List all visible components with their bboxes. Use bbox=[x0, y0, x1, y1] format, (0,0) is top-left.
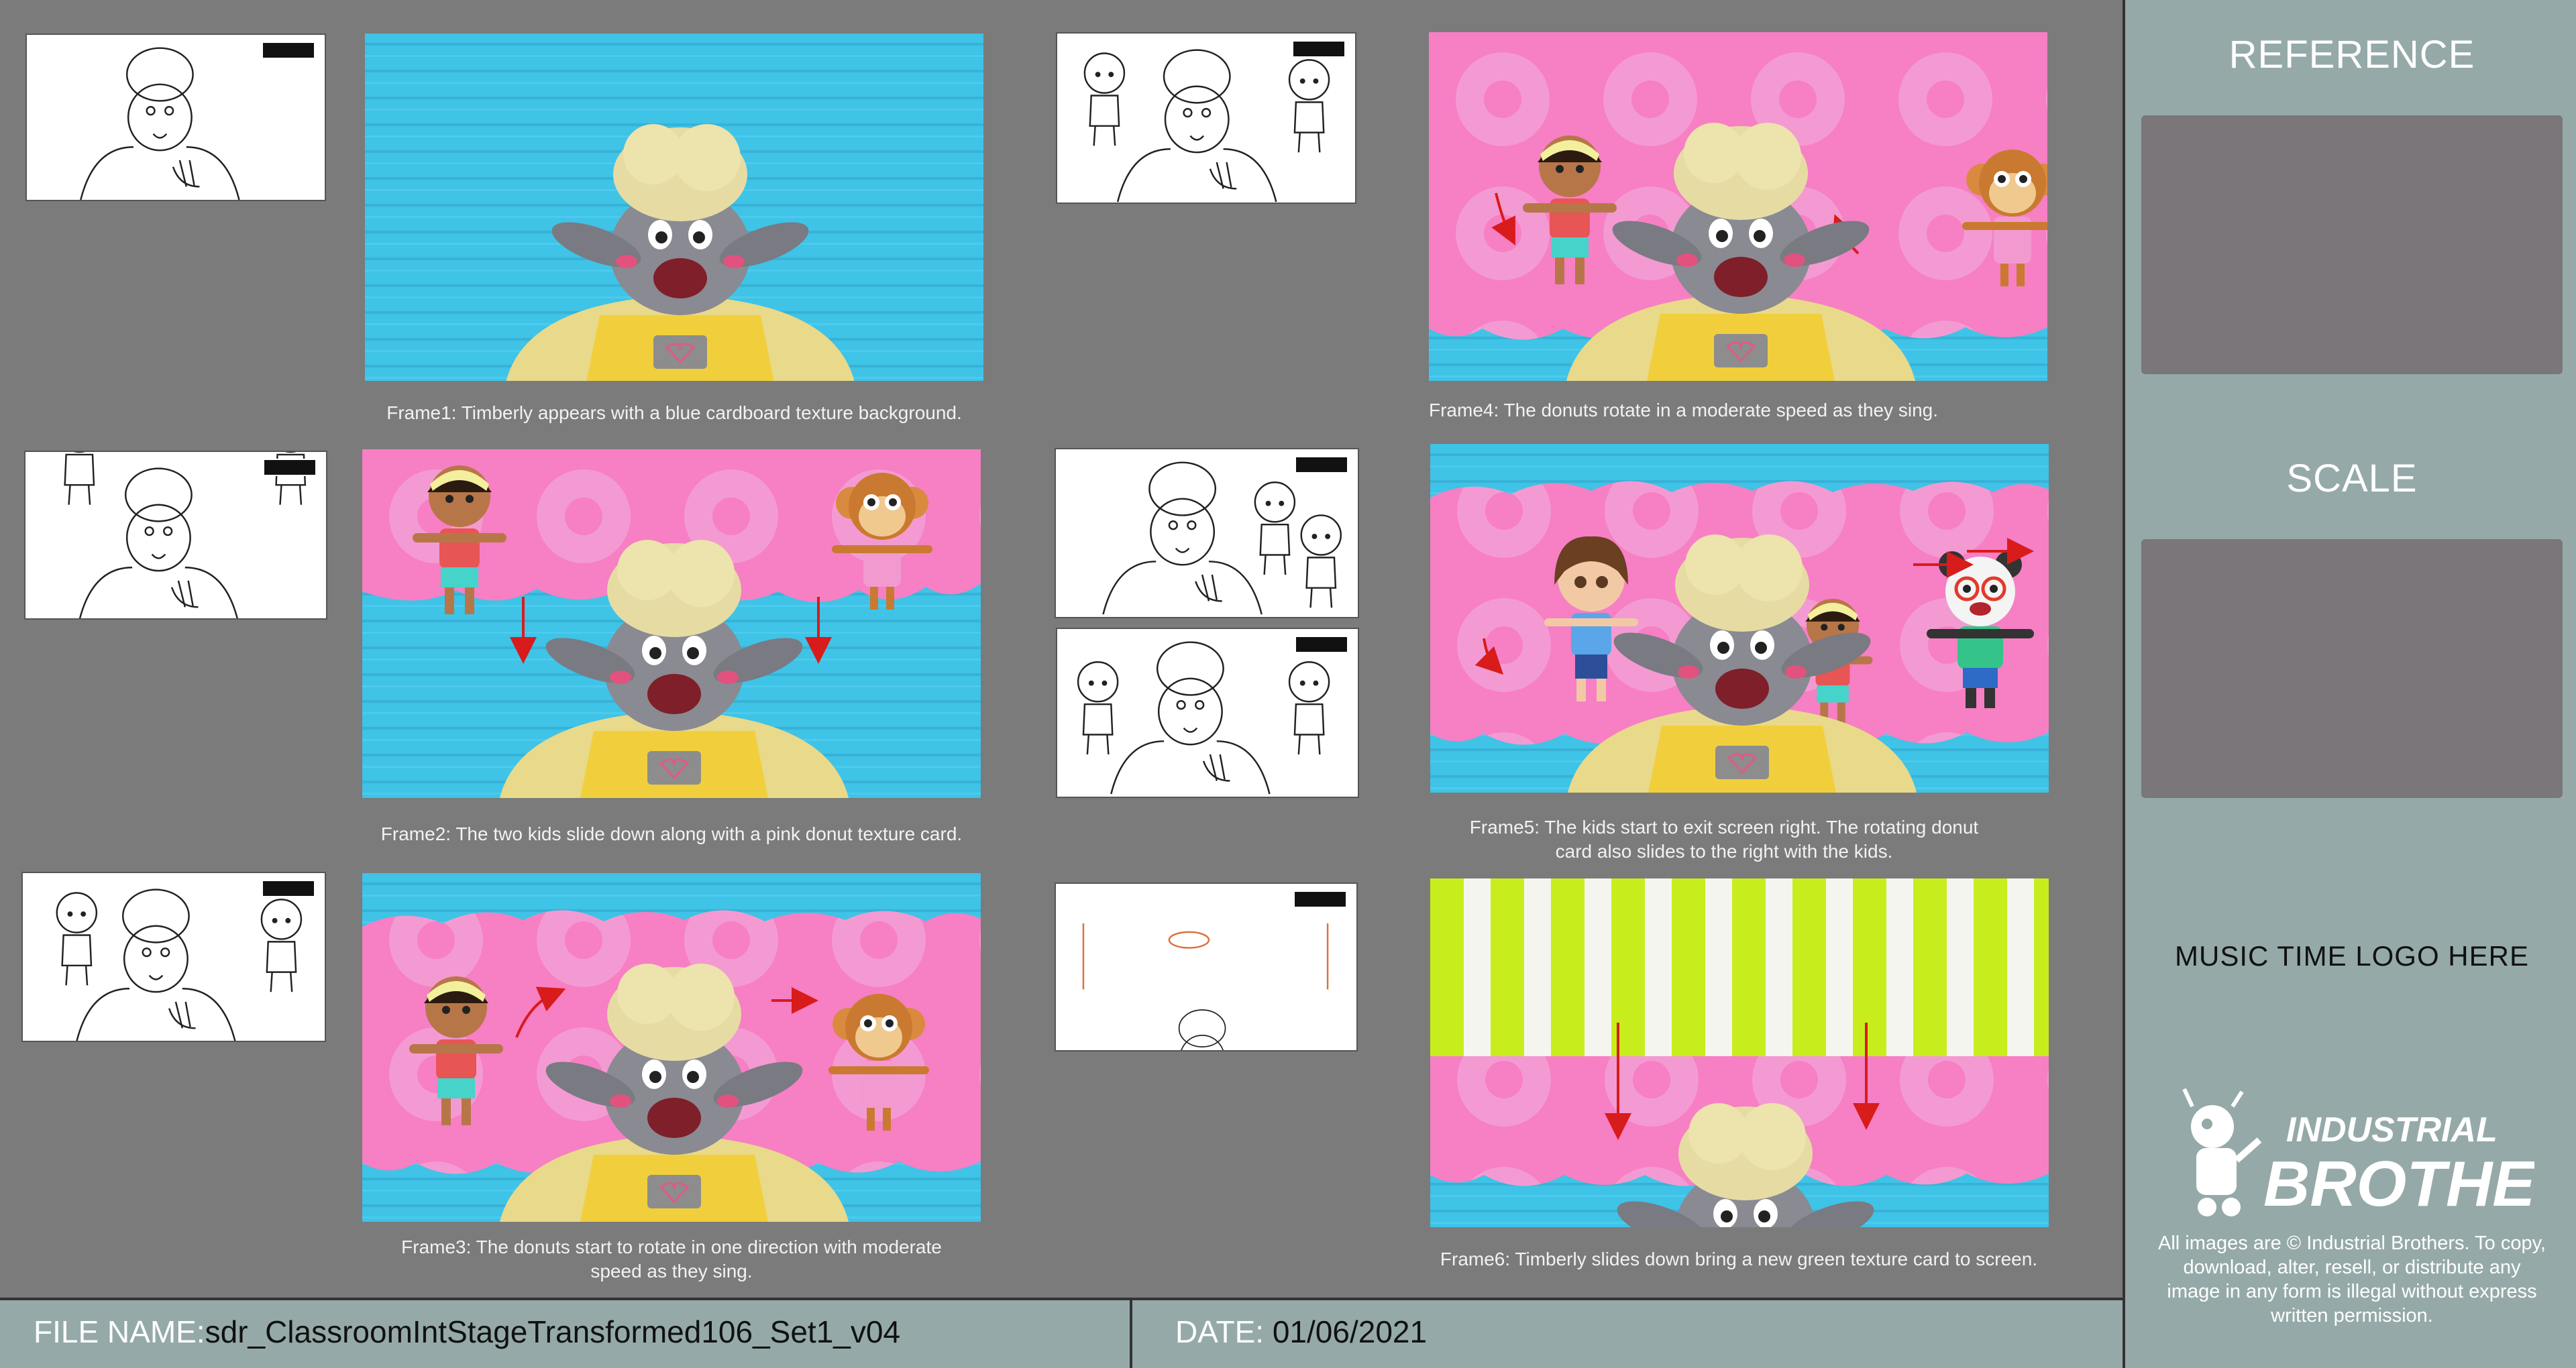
timecode-label bbox=[1295, 636, 1348, 653]
date-label: DATE: bbox=[1175, 1314, 1265, 1349]
color-frame-6 bbox=[1430, 878, 2049, 1227]
file-name-value: sdr_ClassroomIntStageTransformed106_Set1… bbox=[205, 1314, 901, 1349]
scale-placeholder-box bbox=[2141, 539, 2563, 798]
timecode-label bbox=[262, 42, 315, 59]
sketch-thumbnail-frame2 bbox=[24, 451, 327, 620]
color-frame-4 bbox=[1429, 32, 2047, 381]
logo-placeholder-text: MUSIC TIME LOGO HERE bbox=[2175, 940, 2529, 972]
logo-word-brothers: BROTHERS bbox=[2263, 1148, 2534, 1220]
logo-word-industrial: INDUSTRIAL bbox=[2286, 1110, 2498, 1149]
color-frame-1 bbox=[365, 34, 983, 381]
timecode-label bbox=[1293, 891, 1347, 908]
sketch-thumbnail-frame4 bbox=[1056, 32, 1356, 204]
date-value: 01/06/2021 bbox=[1272, 1314, 1428, 1349]
file-name-field: FILE NAME:sdr_ClassroomIntStageTransform… bbox=[34, 1314, 900, 1350]
frame-caption-1: Frame1: Timberly appears with a blue car… bbox=[386, 402, 962, 423]
color-frame-3 bbox=[362, 873, 981, 1222]
frame-caption-4: Frame4: The donuts rotate in a moderate … bbox=[1429, 400, 1939, 420]
timecode-label bbox=[263, 459, 317, 476]
sidebar-panel: REFERENCE SCALE MUSIC TIME LOGO HERE IND… bbox=[2123, 0, 2576, 1368]
timecode-label bbox=[1295, 456, 1348, 473]
timecode-label bbox=[262, 880, 315, 897]
copyright-notice: All images are © Industrial Brothers. To… bbox=[2158, 1233, 2546, 1326]
sketch-thumbnail-frame3 bbox=[21, 872, 326, 1042]
frame-caption-3: Frame3: The donuts start to rotate in on… bbox=[401, 1237, 942, 1281]
reference-title: REFERENCE bbox=[2229, 33, 2475, 76]
timecode-label bbox=[1292, 40, 1346, 58]
color-frame-2 bbox=[362, 449, 981, 798]
footer-bar: FILE NAME:sdr_ClassroomIntStageTransform… bbox=[0, 1298, 2123, 1368]
date-field: DATE: 01/06/2021 bbox=[1175, 1314, 1427, 1350]
sketch-thumbnail-frame5b bbox=[1056, 628, 1359, 798]
scale-title: SCALE bbox=[2286, 457, 2418, 500]
footer-divider bbox=[1130, 1300, 1132, 1368]
sketch-thumbnail-frame5a bbox=[1055, 448, 1359, 618]
color-frame-5 bbox=[1430, 444, 2049, 793]
sketch-thumbnail-frame1 bbox=[25, 34, 326, 201]
frame-caption-5: Frame5: The kids start to exit screen ri… bbox=[1469, 817, 1979, 862]
sketch-thumbnail-frame6 bbox=[1055, 882, 1358, 1051]
frame-caption-6: Frame6: Timberly slides down bring a new… bbox=[1440, 1249, 2038, 1269]
industrial-brothers-logo: INDUSTRIAL BROTHERS bbox=[2172, 1086, 2576, 1220]
file-name-label: FILE NAME: bbox=[34, 1314, 205, 1349]
frame-caption-2: Frame2: The two kids slide down along wi… bbox=[380, 823, 963, 844]
reference-placeholder-box bbox=[2141, 115, 2563, 374]
